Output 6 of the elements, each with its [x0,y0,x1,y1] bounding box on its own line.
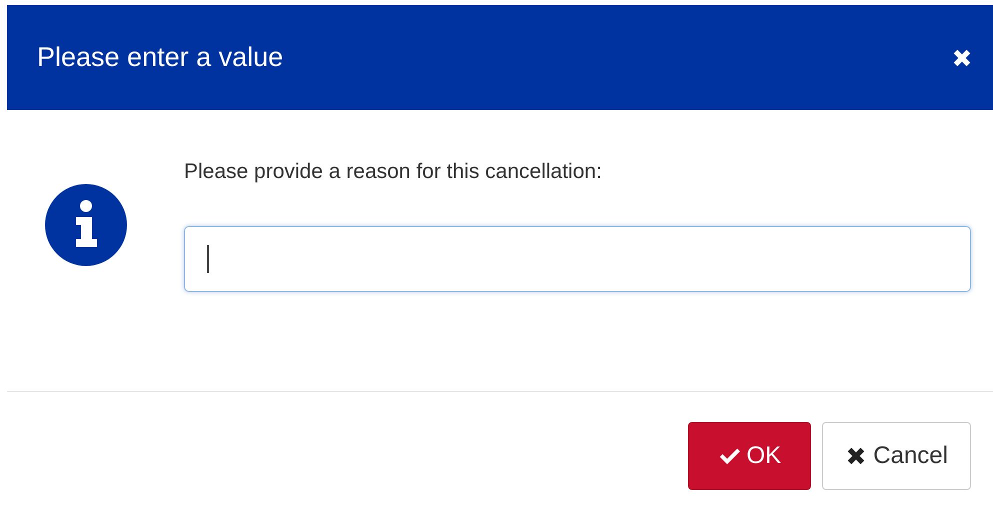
ok-button[interactable]: OK [688,422,812,490]
info-icon [44,184,126,266]
cancel-button[interactable]: Cancel [822,422,971,490]
reason-field[interactable] [184,226,971,292]
dialog-title: Please enter a value [37,42,284,73]
prompt-text: Please provide a reason for this cancellation: [184,160,603,184]
